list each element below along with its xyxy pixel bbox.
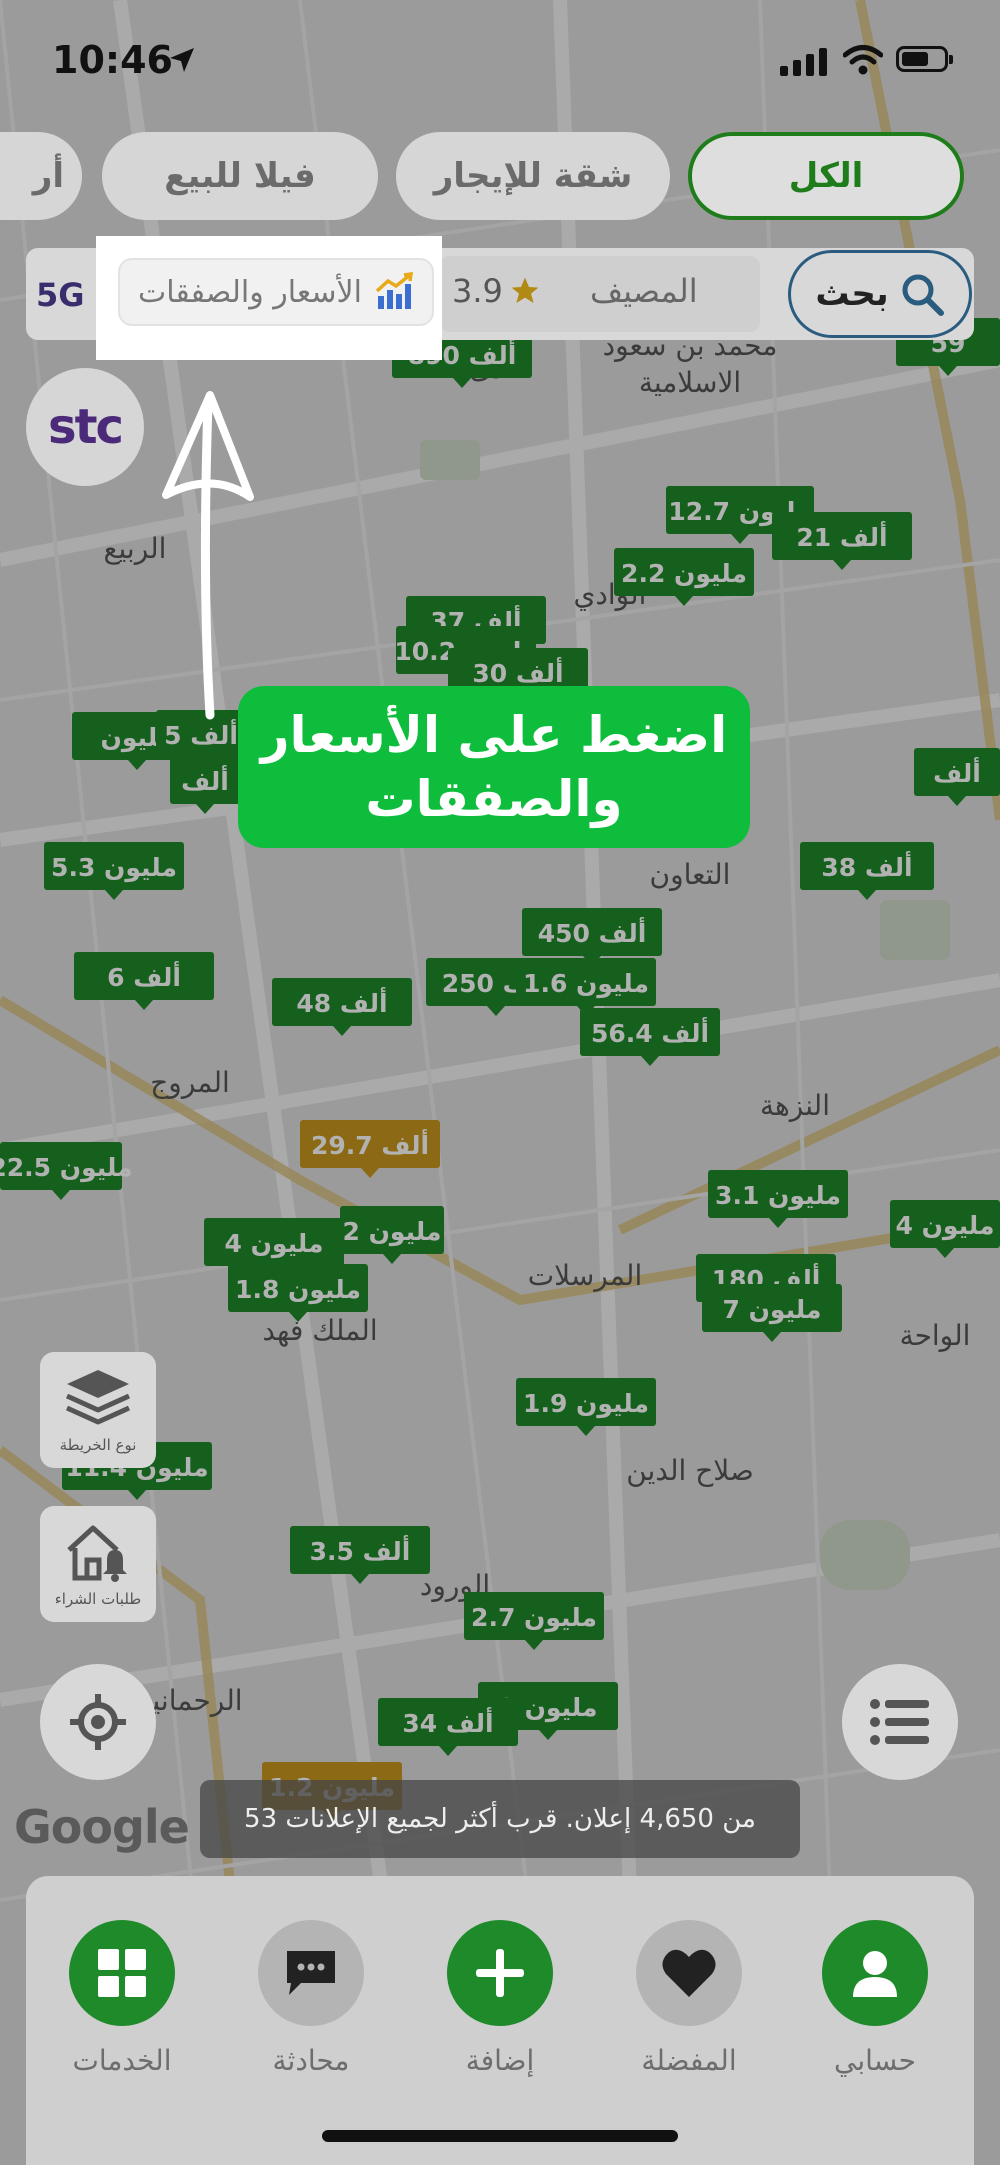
app-screen: الربيع محمد بن سعود الاسلامية الوادي التعاون… bbox=[0, 0, 1000, 2165]
locate-me-button[interactable] bbox=[40, 1664, 156, 1780]
price-marker-label: ألف bbox=[181, 765, 229, 796]
grid-icon bbox=[98, 1949, 146, 1997]
district-label: التعاون bbox=[650, 858, 731, 891]
district-label: الاسلامية bbox=[639, 366, 741, 399]
price-marker-label: 4 مليون bbox=[895, 1211, 994, 1241]
district-label: الواحة bbox=[900, 1319, 971, 1352]
nav-services[interactable]: الخدمات bbox=[47, 1920, 197, 2077]
nav-favorites[interactable]: المفضلة bbox=[614, 1920, 764, 2077]
list-view-button[interactable] bbox=[842, 1664, 958, 1780]
price-marker-label: ألف bbox=[933, 757, 981, 788]
star-icon bbox=[511, 277, 539, 303]
listings-info-bar: 53 من 4,650 إعلان. قرب أكثر لجميع الإعلا… bbox=[200, 1780, 800, 1858]
district-label: المرسلات bbox=[528, 1259, 642, 1292]
price-marker-label: 4 مليون bbox=[224, 1229, 323, 1259]
cellular-signal-icon bbox=[780, 48, 827, 76]
price-marker-label: 3.5 ألف bbox=[310, 1535, 411, 1566]
price-marker-label: 7 مليون bbox=[722, 1295, 821, 1325]
plus-icon bbox=[476, 1949, 524, 1997]
battery-icon bbox=[896, 46, 953, 72]
purchase-requests-button[interactable]: طلبات الشراء bbox=[40, 1506, 156, 1622]
price-marker-label: 21 ألف bbox=[796, 521, 887, 552]
status-time: 10:46 bbox=[52, 38, 173, 82]
list-icon bbox=[870, 1699, 929, 1745]
wifi-icon bbox=[843, 45, 883, 75]
price-marker-label: 2.2 مليون bbox=[621, 559, 747, 589]
price-marker-label: 3.1 مليون bbox=[715, 1181, 841, 1211]
up-arrow-annotation bbox=[162, 391, 254, 720]
network-5g-badge: 5G bbox=[36, 276, 85, 314]
price-marker-label: 56.4 ألف bbox=[591, 1017, 709, 1048]
user-icon bbox=[853, 1951, 897, 1997]
layers-icon bbox=[65, 1370, 131, 1425]
price-marker-label: 48 ألف bbox=[296, 987, 387, 1018]
price-marker-label: 34 ألف bbox=[402, 1707, 493, 1738]
price-marker-label: 30 ألف bbox=[472, 657, 563, 688]
bar-chart-icon bbox=[375, 272, 414, 309]
district-label: المروج bbox=[150, 1066, 230, 1100]
price-marker-label: 6 ألف bbox=[107, 961, 181, 992]
price-marker-label: 1.9 مليون bbox=[523, 1389, 649, 1419]
price-marker-label: 38 ألف bbox=[821, 851, 912, 882]
price-marker-label: 450 ألف bbox=[538, 917, 647, 948]
price-marker-label: 1.6 مليون bbox=[523, 969, 649, 999]
home-indicator bbox=[322, 2130, 678, 2142]
status-bar: 10:46 bbox=[0, 0, 1000, 120]
prices-deals-button[interactable]: الأسعار والصفقات bbox=[118, 258, 434, 326]
filter-chip-all[interactable]: الكل bbox=[688, 132, 964, 220]
price-marker-label: 1.8 مليون bbox=[235, 1275, 361, 1305]
google-logo: Google bbox=[14, 1800, 190, 1854]
district-label: الملك فهد bbox=[262, 1314, 377, 1347]
price-marker-label: 5.3 مليون bbox=[51, 853, 177, 883]
search-icon bbox=[902, 274, 944, 316]
filter-chip-apartment-rent[interactable]: شقة للإيجار bbox=[396, 132, 670, 220]
price-marker-label: 2.7 مليون bbox=[471, 1603, 597, 1633]
location-rating: 3.9 bbox=[452, 272, 541, 310]
instruction-callout: اضغط على الأسعار والصفقات bbox=[238, 686, 750, 848]
filter-chip-villa-sale[interactable]: فيلا للبيع bbox=[102, 132, 378, 220]
district-label: النزهة bbox=[760, 1089, 830, 1122]
district-label: صلاح الدين bbox=[626, 1454, 754, 1487]
heart-icon bbox=[662, 1949, 716, 1997]
price-marker-label: 22.5 مليون bbox=[0, 1153, 133, 1183]
house-bell-icon bbox=[67, 1525, 127, 1582]
price-marker-label: 29.7 ألف bbox=[311, 1129, 429, 1160]
chat-icon bbox=[287, 1951, 335, 1995]
search-button[interactable]: بحث bbox=[788, 250, 972, 338]
rating-value: 3.9 bbox=[452, 272, 503, 310]
map-type-button[interactable]: نوع الخريطة bbox=[40, 1352, 156, 1468]
crosshair-icon bbox=[70, 1694, 126, 1750]
nav-account[interactable]: حسابي bbox=[800, 1920, 950, 2077]
nav-chat[interactable]: محادثة bbox=[236, 1920, 386, 2077]
nav-add[interactable]: إضافة bbox=[425, 1920, 575, 2077]
location-name: المصيف bbox=[590, 272, 698, 310]
stc-logo[interactable]: stc bbox=[26, 368, 144, 486]
price-marker-label: 2 مليون bbox=[342, 1217, 441, 1247]
location-arrow-icon bbox=[170, 48, 194, 72]
